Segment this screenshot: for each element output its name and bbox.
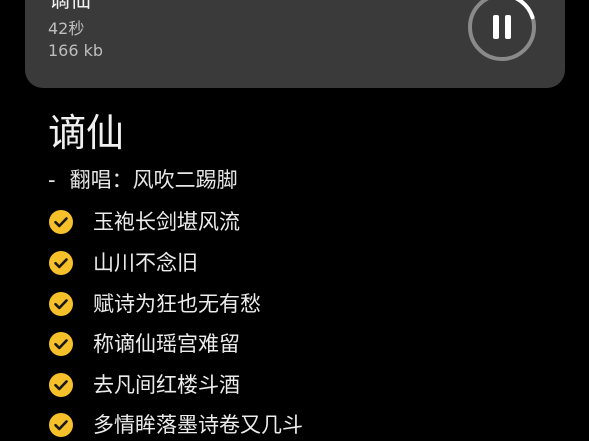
screen: 谪仙 42秒 166 kb 谪仙 - 翻唱：风吹二踢脚 玉袍长剑堪风流 山川不念… (0, 0, 589, 441)
list-item[interactable]: 多情眸落墨诗卷又几斗 (48, 410, 303, 440)
list-item[interactable]: 山川不念旧 (48, 248, 198, 278)
lyric-text: 多情眸落墨诗卷又几斗 (93, 413, 303, 437)
lyric-text: 玉袍长剑堪风流 (93, 210, 240, 234)
check-circle-icon (49, 210, 73, 234)
lyric-list: 玉袍长剑堪风流 山川不念旧 赋诗为狂也无有愁 称谪仙瑶宫难留 去凡间红楼斗酒 多… (0, 0, 589, 441)
lyric-text: 赋诗为狂也无有愁 (93, 292, 261, 316)
check-circle-icon (49, 413, 73, 437)
check-circle-icon (49, 292, 73, 316)
lyric-text: 山川不念旧 (93, 251, 198, 275)
lyric-text: 称谪仙瑶宫难留 (93, 332, 240, 356)
check-circle-icon (49, 332, 73, 356)
list-item[interactable]: 称谪仙瑶宫难留 (48, 329, 240, 359)
list-item[interactable]: 玉袍长剑堪风流 (48, 207, 240, 237)
list-item[interactable]: 赋诗为狂也无有愁 (48, 289, 261, 319)
list-item[interactable]: 去凡间红楼斗酒 (48, 370, 240, 400)
lyric-text: 去凡间红楼斗酒 (93, 373, 240, 397)
check-circle-icon (49, 251, 73, 275)
check-circle-icon (49, 373, 73, 397)
